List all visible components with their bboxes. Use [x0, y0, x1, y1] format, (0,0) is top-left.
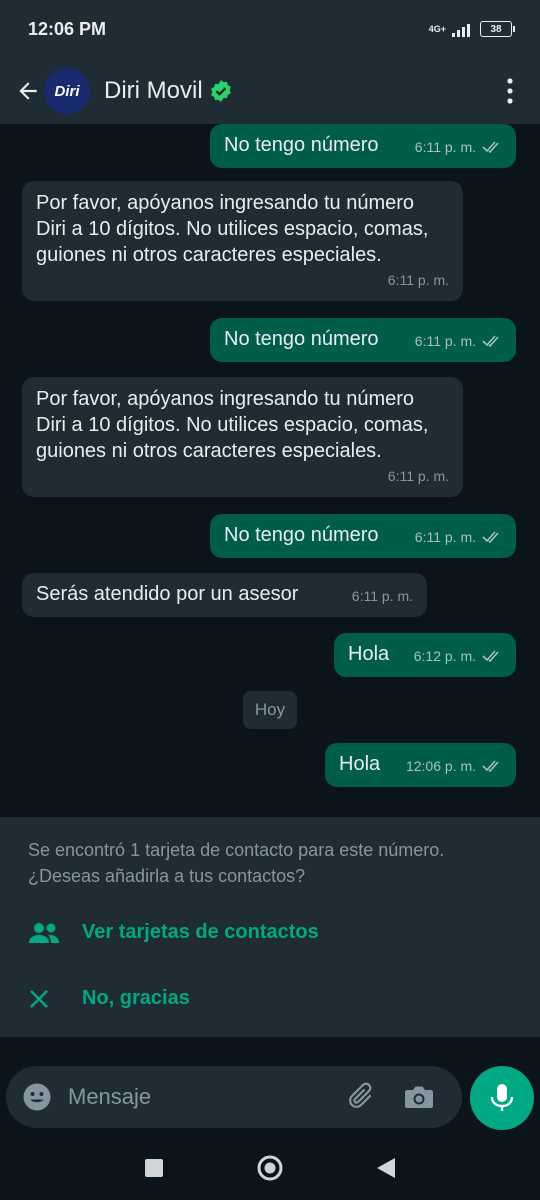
- contact-name[interactable]: Diri Movil: [104, 77, 203, 105]
- battery-icon: 38: [480, 21, 515, 37]
- message-text: Serás atendido por un asesor: [36, 583, 299, 605]
- recents-button[interactable]: [142, 1156, 166, 1180]
- back-nav-button[interactable]: [374, 1156, 398, 1180]
- contact-card-message: Se encontró 1 tarjeta de contacto para e…: [28, 840, 445, 886]
- avatar[interactable]: Diri: [44, 68, 90, 114]
- home-circle-icon: [257, 1155, 283, 1181]
- view-contact-cards-label: Ver tarjetas de contactos: [82, 921, 319, 943]
- paperclip-icon: [349, 1082, 372, 1108]
- message-outgoing[interactable]: Hola 6:12 p. m.: [334, 633, 516, 677]
- close-icon: [28, 988, 62, 1010]
- message-time: 6:11 p. m.: [387, 272, 449, 288]
- message-input[interactable]: [66, 1083, 340, 1111]
- camera-icon: [405, 1086, 433, 1108]
- message-time: 6:11 p. m.: [414, 529, 476, 545]
- triangle-back-icon: [377, 1158, 395, 1178]
- date-divider-label: Hoy: [254, 700, 286, 719]
- more-vertical-icon: [507, 78, 513, 104]
- square-icon: [145, 1159, 163, 1177]
- chat-header: Diri Diri Movil: [0, 58, 540, 124]
- dismiss-label: No, gracias: [82, 987, 190, 1009]
- network-type: 4G+: [428, 23, 446, 34]
- message-incoming[interactable]: Serás atendido por un asesor 6:11 p. m.: [22, 573, 427, 617]
- message-time: 12:06 p. m.: [405, 758, 476, 774]
- home-button[interactable]: [256, 1154, 284, 1182]
- message-meta: 6:11 p. m.: [388, 463, 449, 489]
- message-meta: 6:11 p. m.: [388, 267, 449, 293]
- message-time: 6:11 p. m.: [351, 588, 413, 604]
- compose-bar: [6, 1066, 462, 1128]
- message-meta: 6:12 p. m.: [414, 643, 502, 669]
- message-meta: 6:11 p. m.: [352, 583, 413, 609]
- dismiss-button[interactable]: No, gracias: [28, 987, 190, 1010]
- double-check-icon: [482, 760, 499, 772]
- emoji-icon[interactable]: [22, 1082, 52, 1112]
- date-divider: Hoy: [243, 691, 297, 729]
- message-outgoing[interactable]: No tengo número 6:11 p. m.: [210, 318, 516, 362]
- message-time: 6:12 p. m.: [413, 648, 476, 664]
- message-meta: 12:06 p. m.: [406, 753, 502, 779]
- back-arrow-icon: [19, 82, 37, 100]
- microphone-icon: [490, 1084, 514, 1111]
- message-meta: 6:11 p. m.: [415, 524, 502, 550]
- message-text: Hola: [339, 753, 381, 775]
- status-time: 12:06 PM: [28, 18, 107, 39]
- double-check-icon: [482, 650, 499, 662]
- status-bar: 12:06 PM 4G+ 38: [0, 0, 540, 58]
- message-text: No tengo número: [224, 328, 379, 350]
- message-text: Hola: [348, 643, 390, 665]
- message-outgoing[interactable]: No tengo número 6:11 p. m.: [210, 514, 516, 558]
- chat-messages[interactable]: No tengo número 6:11 p. m. Por favor, ap…: [0, 124, 540, 817]
- message-meta: 6:11 p. m.: [415, 134, 502, 160]
- signal-icon: [452, 24, 470, 37]
- message-outgoing[interactable]: No tengo número 6:11 p. m.: [210, 124, 516, 168]
- double-check-icon: [482, 335, 499, 347]
- verified-badge-icon: [210, 80, 231, 102]
- voice-message-button[interactable]: [470, 1066, 534, 1130]
- double-check-icon: [482, 141, 499, 153]
- battery-level: 38: [490, 23, 502, 35]
- message-time: 6:11 p. m.: [414, 139, 476, 155]
- contacts-icon: [28, 922, 62, 944]
- message-text: Por favor, apóyanos ingresando tu número…: [36, 192, 429, 266]
- view-contact-cards-button[interactable]: Ver tarjetas de contactos: [28, 921, 319, 944]
- attach-button[interactable]: [346, 1080, 380, 1114]
- double-check-icon: [482, 531, 499, 543]
- avatar-logo-text: Diri: [54, 82, 80, 100]
- message-incoming[interactable]: Por favor, apóyanos ingresando tu número…: [22, 377, 463, 497]
- message-text: Por favor, apóyanos ingresando tu número…: [36, 388, 429, 462]
- contact-card-prompt: Se encontró 1 tarjeta de contacto para e…: [0, 817, 540, 1037]
- message-time: 6:11 p. m.: [414, 333, 476, 349]
- message-outgoing[interactable]: Hola 12:06 p. m.: [325, 743, 516, 787]
- camera-button[interactable]: [402, 1080, 436, 1114]
- message-text: No tengo número: [224, 134, 379, 156]
- more-options-button[interactable]: [498, 71, 522, 111]
- message-meta: 6:11 p. m.: [415, 328, 502, 354]
- system-navigation-bar: [0, 1136, 540, 1200]
- status-indicators: 4G+ 38: [428, 21, 515, 37]
- message-time: 6:11 p. m.: [387, 468, 449, 484]
- message-incoming[interactable]: Por favor, apóyanos ingresando tu número…: [22, 181, 463, 301]
- message-text: No tengo número: [224, 524, 379, 546]
